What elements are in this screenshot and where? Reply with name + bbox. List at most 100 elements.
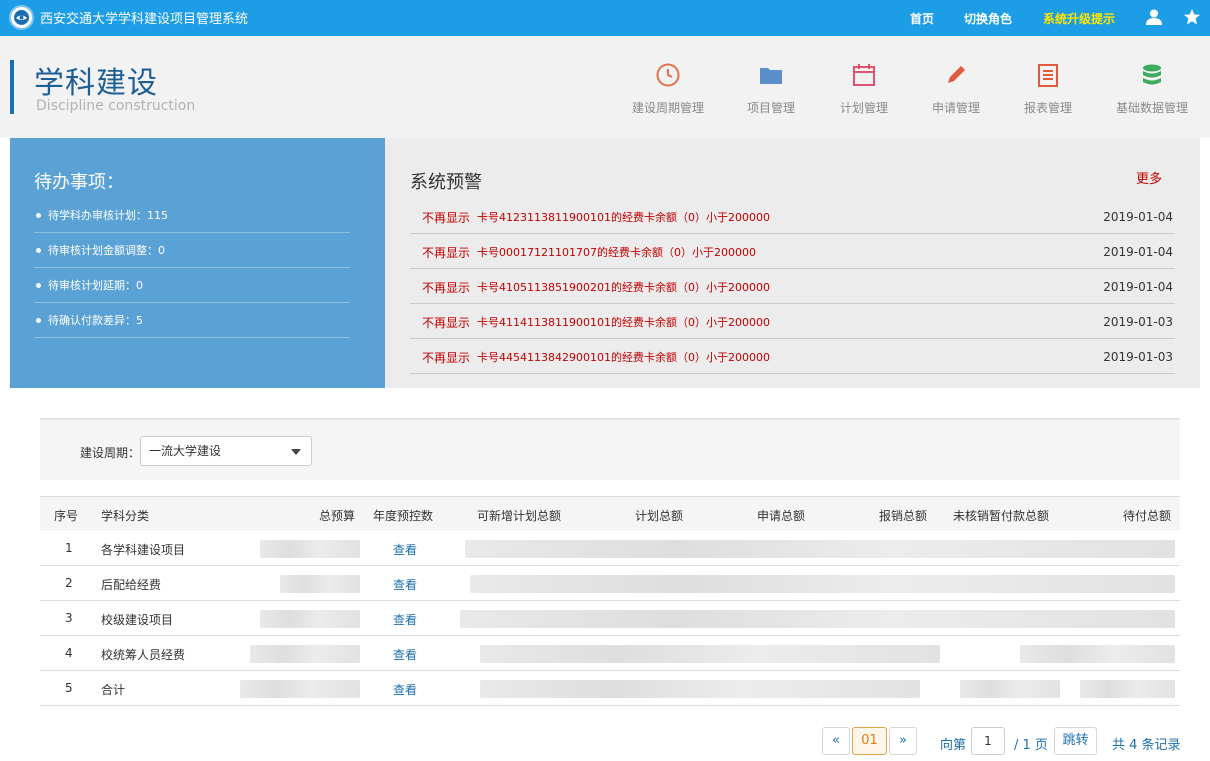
folder-icon [760, 68, 782, 84]
redacted-value [250, 645, 360, 663]
warning-row: 不再显示 卡号4105113851900201的经费卡余额（0）小于200000… [410, 269, 1175, 304]
col-total-budget: 总预算 [319, 509, 356, 523]
hide-warning-link[interactable]: 不再显示 [422, 244, 470, 261]
system-warning-panel: 系统预警 更多 不再显示 卡号4123113811900101的经费卡余额（0）… [385, 138, 1200, 388]
col-pending-payment: 待付总额 [1123, 509, 1172, 523]
warning-message: 卡号4105113851900201的经费卡余额（0）小于200000 [477, 281, 770, 294]
table-header: 序号 学科分类 总预算 年度预控数 可新增计划总额 计划总额 申请总额 报销总额… [40, 496, 1180, 531]
warning-date: 2019-01-04 [1103, 280, 1173, 294]
col-category: 学科分类 [101, 509, 150, 523]
warning-message: 卡号4114113811900101的经费卡余额（0）小于200000 [477, 316, 770, 329]
table-row: 5 合计 查看 [40, 671, 1180, 706]
nav-switch-role[interactable]: 切换角色 [964, 10, 1012, 27]
top-bar: 西安交通大学学科建设项目管理系统 首页 切换角色 系统升级提示 [0, 0, 1210, 36]
warning-row: 不再显示 卡号4123113811900101的经费卡余额（0）小于200000… [410, 199, 1175, 234]
current-page-button[interactable]: 01 [852, 727, 887, 755]
redacted-value [1020, 645, 1175, 663]
col-annual-control: 年度预控数 [373, 509, 434, 523]
col-reimbursement-total: 报销总额 [879, 509, 928, 523]
warning-message: 卡号00017121101707的经费卡余额（0）小于200000 [477, 246, 756, 259]
view-link[interactable]: 查看 [393, 576, 417, 593]
col-index: 序号 [54, 509, 79, 523]
warning-message: 卡号4454113842900101的经费卡余额（0）小于200000 [477, 351, 770, 364]
cycle-filter-label: 建设周期： [80, 446, 141, 460]
module-basic-data-management[interactable]: 基础数据管理 [1111, 62, 1193, 116]
redacted-value [260, 610, 360, 628]
redacted-value [280, 575, 360, 593]
redacted-value [260, 540, 360, 558]
cycle-select-value: 一流大学建设 [149, 444, 222, 458]
warning-title: 系统预警 [410, 172, 482, 193]
more-link[interactable]: 更多 [1136, 168, 1162, 187]
pen-icon [948, 66, 965, 83]
module-project-management[interactable]: 项目管理 [742, 62, 800, 116]
next-page-button[interactable]: » [889, 727, 917, 755]
todo-item[interactable]: 待审核计划延期：0 [34, 268, 350, 303]
calendar-icon [853, 64, 875, 86]
university-logo [9, 5, 34, 30]
todo-item[interactable]: 待确认付款差异：5 [34, 303, 350, 338]
todo-panel: 待办事项： 待学科办审核计划：115 待审核计划金额调整：0 待审核计划延期：0… [10, 138, 385, 388]
redacted-value [240, 680, 360, 698]
module-report-management[interactable]: 报表管理 [1019, 62, 1077, 116]
prev-page-button[interactable]: « [822, 727, 850, 755]
database-icon [1143, 64, 1161, 85]
todo-item[interactable]: 待审核计划金额调整：0 [34, 233, 350, 268]
redacted-value [480, 680, 920, 698]
page-title: 学科建设 [34, 66, 158, 101]
view-link[interactable]: 查看 [393, 646, 417, 663]
redacted-value [465, 540, 1175, 558]
view-link[interactable]: 查看 [393, 681, 417, 698]
goto-page-label: 向第 [940, 738, 967, 753]
warning-date: 2019-01-04 [1103, 245, 1173, 259]
chevron-down-icon [291, 449, 301, 455]
warning-date: 2019-01-03 [1103, 315, 1173, 329]
col-unwritten-advance: 未核销暂付款总额 [953, 509, 1050, 523]
redacted-value [470, 575, 1175, 593]
warning-row: 不再显示 卡号00017121101707的经费卡余额（0）小于200000 2… [410, 234, 1175, 269]
goto-page-input[interactable]: 1 [971, 727, 1005, 755]
nav-home[interactable]: 首页 [910, 10, 934, 27]
warning-row: 不再显示 卡号4454113842900101的经费卡余额（0）小于200000… [410, 339, 1175, 374]
page-header: 学科建设 Discipline construction 建设周期管理 项目管理… [0, 36, 1210, 138]
nav-upgrade-notice[interactable]: 系统升级提示 [1043, 10, 1115, 27]
table-row: 1 各学科建设项目 查看 [40, 531, 1180, 566]
todo-title: 待办事项： [34, 172, 124, 193]
view-link[interactable]: 查看 [393, 541, 417, 558]
redacted-value [460, 610, 1175, 628]
total-records-label: 共 4 条记录 [1112, 738, 1181, 753]
hide-warning-link[interactable]: 不再显示 [422, 279, 470, 296]
hide-warning-link[interactable]: 不再显示 [422, 314, 470, 331]
filter-bar: 建设周期： 一流大学建设 [40, 418, 1180, 480]
col-addable-plan: 可新增计划总额 [477, 509, 562, 523]
redacted-value [480, 645, 940, 663]
table-row: 2 后配给经费 查看 [40, 566, 1180, 601]
title-accent-bar [10, 60, 14, 114]
page-subtitle: Discipline construction [36, 98, 196, 114]
warning-date: 2019-01-04 [1103, 210, 1173, 224]
col-application-total: 申请总额 [757, 509, 806, 523]
jump-button[interactable]: 跳转 [1054, 727, 1097, 755]
redacted-value [1080, 680, 1175, 698]
app-title: 西安交通大学学科建设项目管理系统 [40, 12, 249, 27]
module-cycle-management[interactable]: 建设周期管理 [630, 62, 706, 116]
table-row: 4 校统筹人员经费 查看 [40, 636, 1180, 671]
warning-date: 2019-01-03 [1103, 350, 1173, 364]
cycle-select[interactable]: 一流大学建设 [140, 436, 312, 466]
redacted-value [960, 680, 1060, 698]
todo-item[interactable]: 待学科办审核计划：115 [34, 198, 350, 233]
module-application-management[interactable]: 申请管理 [927, 62, 985, 116]
report-icon [1038, 64, 1058, 87]
module-plan-management[interactable]: 计划管理 [835, 62, 893, 116]
view-link[interactable]: 查看 [393, 611, 417, 628]
warning-message: 卡号4123113811900101的经费卡余额（0）小于200000 [477, 211, 770, 224]
hide-warning-link[interactable]: 不再显示 [422, 209, 470, 226]
user-icon[interactable] [1145, 8, 1163, 26]
total-pages-label: / 1 页 [1014, 738, 1048, 753]
hide-warning-link[interactable]: 不再显示 [422, 349, 470, 366]
table-row: 3 校级建设项目 查看 [40, 601, 1180, 636]
col-plan-total: 计划总额 [635, 509, 684, 523]
warning-row: 不再显示 卡号4114113811900101的经费卡余额（0）小于200000… [410, 304, 1175, 339]
star-icon[interactable] [1183, 8, 1201, 26]
clock-icon [656, 63, 680, 87]
